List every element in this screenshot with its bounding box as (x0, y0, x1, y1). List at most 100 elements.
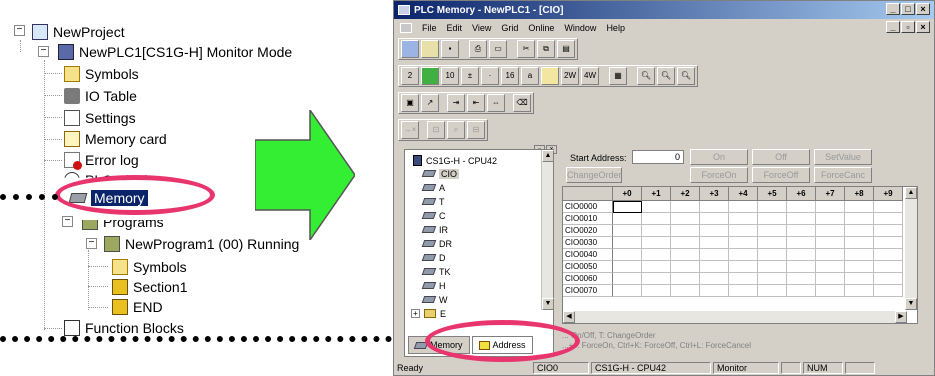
double-word-button[interactable]: 2W (561, 67, 579, 85)
menu-grid[interactable]: Grid (501, 23, 518, 33)
memory-area-d[interactable]: D (421, 251, 446, 264)
memory-area-h[interactable]: H (421, 279, 446, 292)
memory-area-t[interactable]: T (421, 195, 445, 208)
tree-item-error-log[interactable]: Error log (64, 150, 139, 170)
selected-cell[interactable] (613, 201, 642, 213)
tree-item-program-symbols[interactable]: Symbols (112, 257, 187, 277)
on-button[interactable]: On (690, 149, 748, 165)
new-icon[interactable] (401, 40, 419, 58)
tree-item-programs[interactable]: Programs (82, 220, 164, 232)
binary-format-button[interactable]: 2 (401, 67, 419, 85)
menu-file[interactable]: File (422, 23, 437, 33)
hint-line-2: ...+J: ForceOn, Ctrl+K: ForceOff, Ctrl+L… (562, 341, 752, 350)
doc-close-button[interactable]: × (916, 21, 930, 33)
memory-area-cio[interactable]: CIO (421, 167, 460, 180)
menu-edit[interactable]: Edit (447, 23, 463, 33)
scroll-right-icon[interactable]: ▶ (895, 311, 907, 323)
scroll-down-icon[interactable]: ▼ (542, 298, 554, 310)
force-off-button[interactable]: ForceOff (752, 167, 810, 183)
transfer-from-plc-icon[interactable]: ⇤ (467, 94, 485, 112)
scroll-left-icon[interactable]: ◀ (563, 311, 575, 323)
memory-tree-root[interactable]: CS1G-H - CPU42 (413, 154, 497, 167)
save-icon[interactable]: ▪ (441, 40, 459, 58)
tree-item-memory-card[interactable]: Memory card (64, 129, 167, 149)
paste-icon[interactable]: ▤ (557, 40, 575, 58)
scroll-down-icon[interactable]: ▼ (905, 298, 917, 310)
menu-window[interactable]: Window (564, 23, 596, 33)
tree-item-label: Symbols (85, 66, 139, 82)
cut-icon[interactable]: ✂ (517, 40, 535, 58)
tree-item-section1[interactable]: Section1 (112, 277, 187, 297)
signed-decimal-icon[interactable]: ± (461, 67, 479, 85)
grid-icon[interactable]: ▦ (609, 67, 627, 85)
menu-help[interactable]: Help (606, 23, 625, 33)
open-icon[interactable] (421, 40, 439, 58)
float-format-icon[interactable]: · (481, 67, 499, 85)
set-value-button[interactable]: SetValue (814, 149, 872, 165)
memory-area-c[interactable]: C (421, 209, 446, 222)
address-lookup-icon[interactable]: ⊡ (427, 121, 445, 139)
print-icon[interactable]: ⎙ (469, 40, 487, 58)
menu-online[interactable]: Online (528, 23, 554, 33)
tree-item-settings[interactable]: Settings (64, 108, 136, 128)
bcd-format-icon[interactable] (421, 67, 439, 85)
memory-area-e[interactable]: + E (411, 307, 446, 320)
tree-item-project[interactable]: NewProject (32, 22, 125, 42)
doc-minimize-button[interactable]: _ (886, 21, 900, 33)
transfer-to-plc-icon[interactable]: ⇥ (447, 94, 465, 112)
collapse-toggle[interactable]: − (14, 25, 25, 36)
zoom-small-icon[interactable]: 🔍︎ (637, 67, 655, 85)
doc-restore-button[interactable]: ▫ (901, 21, 915, 33)
cancel-force-icon[interactable]: →× (401, 121, 419, 139)
quad-word-button[interactable]: 4W (581, 67, 599, 85)
find-icon[interactable]: ⌕ (447, 121, 465, 139)
menu-view[interactable]: View (472, 23, 491, 33)
copy-icon[interactable]: ⧉ (537, 40, 555, 58)
grid-vertical-scrollbar[interactable]: ▲ ▼ (905, 187, 917, 310)
tree-item-end[interactable]: END (112, 297, 163, 317)
hex-format-button[interactable]: 16 (501, 67, 519, 85)
print-preview-icon[interactable]: ▭ (489, 40, 507, 58)
close-button[interactable]: × (916, 3, 930, 15)
ascii-format-button[interactable]: a (521, 67, 539, 85)
tree-item-function-blocks[interactable]: Function Blocks (64, 318, 184, 338)
zoom-out-icon[interactable]: 🔍︎ (677, 67, 695, 85)
menu-bar: File Edit View Grid Online Window Help (394, 19, 934, 37)
unicode-format-icon[interactable] (541, 67, 559, 85)
off-button[interactable]: Off (752, 149, 810, 165)
row-header: CIO0000 (563, 201, 613, 213)
trend-icon[interactable]: ↗ (421, 94, 439, 112)
collapse-toggle[interactable]: − (38, 46, 49, 57)
collapse-toggle[interactable]: − (86, 238, 97, 249)
scroll-up-icon[interactable]: ▲ (542, 150, 554, 162)
memory-area-dr[interactable]: DR (421, 237, 452, 250)
maximize-button[interactable]: □ (901, 3, 915, 15)
edit-area-icon[interactable]: ⊟ (467, 121, 485, 139)
memory-area-label: T (439, 196, 445, 207)
memory-area-ir[interactable]: IR (421, 223, 448, 236)
change-order-button[interactable]: ChangeOrder (566, 167, 622, 183)
tree-item-plc[interactable]: NewPLC1[CS1G-H] Monitor Mode (58, 42, 292, 62)
grid-cells[interactable] (613, 201, 903, 297)
memory-area-w[interactable]: W (421, 293, 448, 306)
collapse-toggle[interactable]: − (62, 216, 73, 227)
force-on-button[interactable]: ForceOn (690, 167, 748, 183)
memory-area-tk[interactable]: TK (421, 265, 451, 278)
tree-item-symbols[interactable]: Symbols (64, 64, 139, 84)
monitor-icon[interactable]: ▣ (401, 94, 419, 112)
clear-icon[interactable]: ⌫ (513, 94, 531, 112)
decimal-format-button[interactable]: 10 (441, 67, 459, 85)
compare-icon[interactable]: ⇔ (487, 94, 505, 112)
grid-horizontal-scrollbar[interactable]: ◀ ▶ (563, 311, 907, 323)
force-cancel-button[interactable]: ForceCanc (814, 167, 872, 183)
toolbar-format: 2 10 ± · 16 a 2W 4W ▦ 🔍︎ 🔍︎ 🔍︎ (398, 65, 698, 87)
minimize-button[interactable]: _ (886, 3, 900, 15)
memory-tree-scrollbar[interactable]: ▲ ▼ (541, 150, 554, 310)
tree-item-io-table[interactable]: IO Table (64, 86, 137, 106)
memory-area-a[interactable]: A (421, 181, 445, 194)
expand-toggle[interactable]: + (411, 309, 420, 318)
scroll-up-icon[interactable]: ▲ (905, 187, 917, 199)
zoom-in-icon[interactable]: 🔍︎ (657, 67, 675, 85)
start-address-input[interactable]: 0 (632, 150, 684, 164)
tree-item-label: NewProject (53, 24, 125, 40)
